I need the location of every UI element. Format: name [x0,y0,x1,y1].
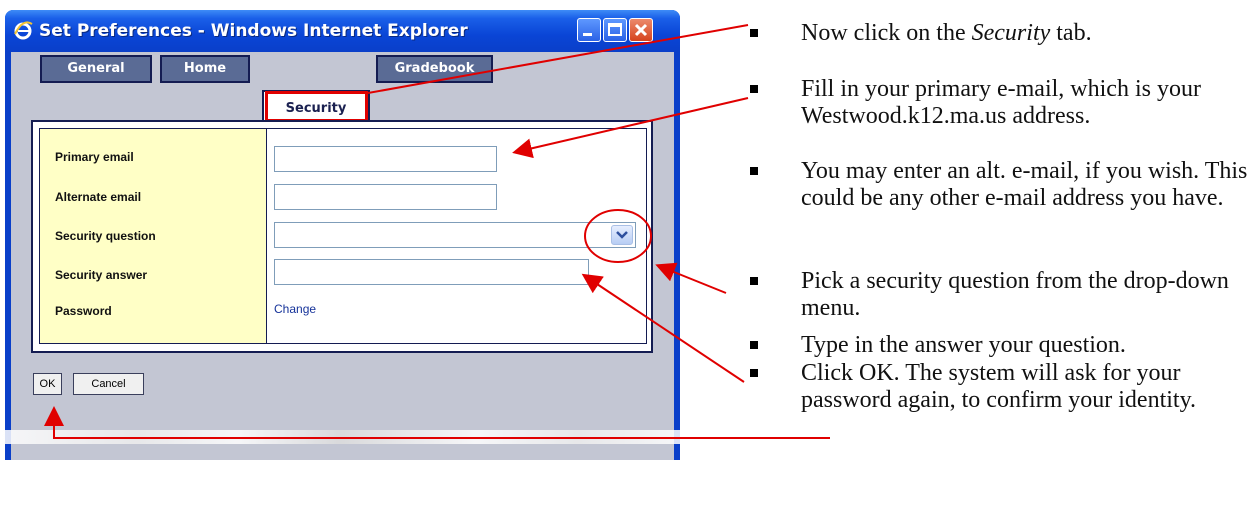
tab-gradebook[interactable]: Gradebook [376,55,493,83]
minimize-icon [583,33,592,36]
bullet-icon [750,29,758,37]
alternate-email-label: Alternate email [55,190,142,204]
instruction-text: Type in the answer your question. [801,332,1126,358]
security-answer-field[interactable] [274,259,589,285]
tab-label: Home [183,61,227,76]
cancel-button[interactable]: Cancel [73,373,144,395]
instruction-text-post: tab. [1050,20,1092,46]
password-label: Password [55,304,112,318]
close-icon [634,23,648,37]
instruction-text: Click OK. The system will ask for your p… [801,360,1197,413]
window-title: Set Preferences - Windows Internet Explo… [39,21,468,41]
bullet-icon [750,277,758,285]
tab-label: Gradebook [394,61,475,76]
change-password-link[interactable]: Change [274,302,316,316]
title-bar[interactable]: Set Preferences - Windows Internet Explo… [5,10,680,52]
bullet-icon [750,85,758,93]
maximize-button[interactable] [603,18,627,42]
dropdown-button[interactable] [611,225,633,245]
tab-label: General [67,61,125,76]
security-answer-label: Security answer [55,268,148,282]
instruction-text: You may enter an alt. e-mail, if you wis… [801,158,1248,211]
torn-edge [0,430,680,444]
ok-button[interactable]: OK [33,373,62,395]
primary-email-label: Primary email [55,150,134,164]
instruction-text: Pick a security question from the drop-d… [801,268,1229,321]
internet-explorer-icon [14,21,33,40]
instruction-text: Now click on the Security tab. [801,20,1251,47]
tab-home[interactable]: Home [160,55,250,83]
primary-email-field[interactable] [274,146,497,172]
chevron-down-icon [616,231,628,239]
minimize-button[interactable] [577,18,601,42]
tab-general[interactable]: General [40,55,152,83]
instruction-text-emph: Security [971,20,1051,46]
bullet-icon [750,341,758,349]
alternate-email-field[interactable] [274,184,497,210]
security-question-select[interactable] [274,222,636,248]
bullet-icon [750,369,758,377]
security-tab-highlight [265,91,368,122]
security-question-label: Security question [55,229,156,243]
close-button[interactable] [629,18,653,42]
bullet-icon [750,167,758,175]
instruction-text-pre: Now click on the [801,20,972,46]
instruction-text: Fill in your primary e-mail, which is yo… [801,76,1201,129]
maximize-icon [608,23,622,36]
